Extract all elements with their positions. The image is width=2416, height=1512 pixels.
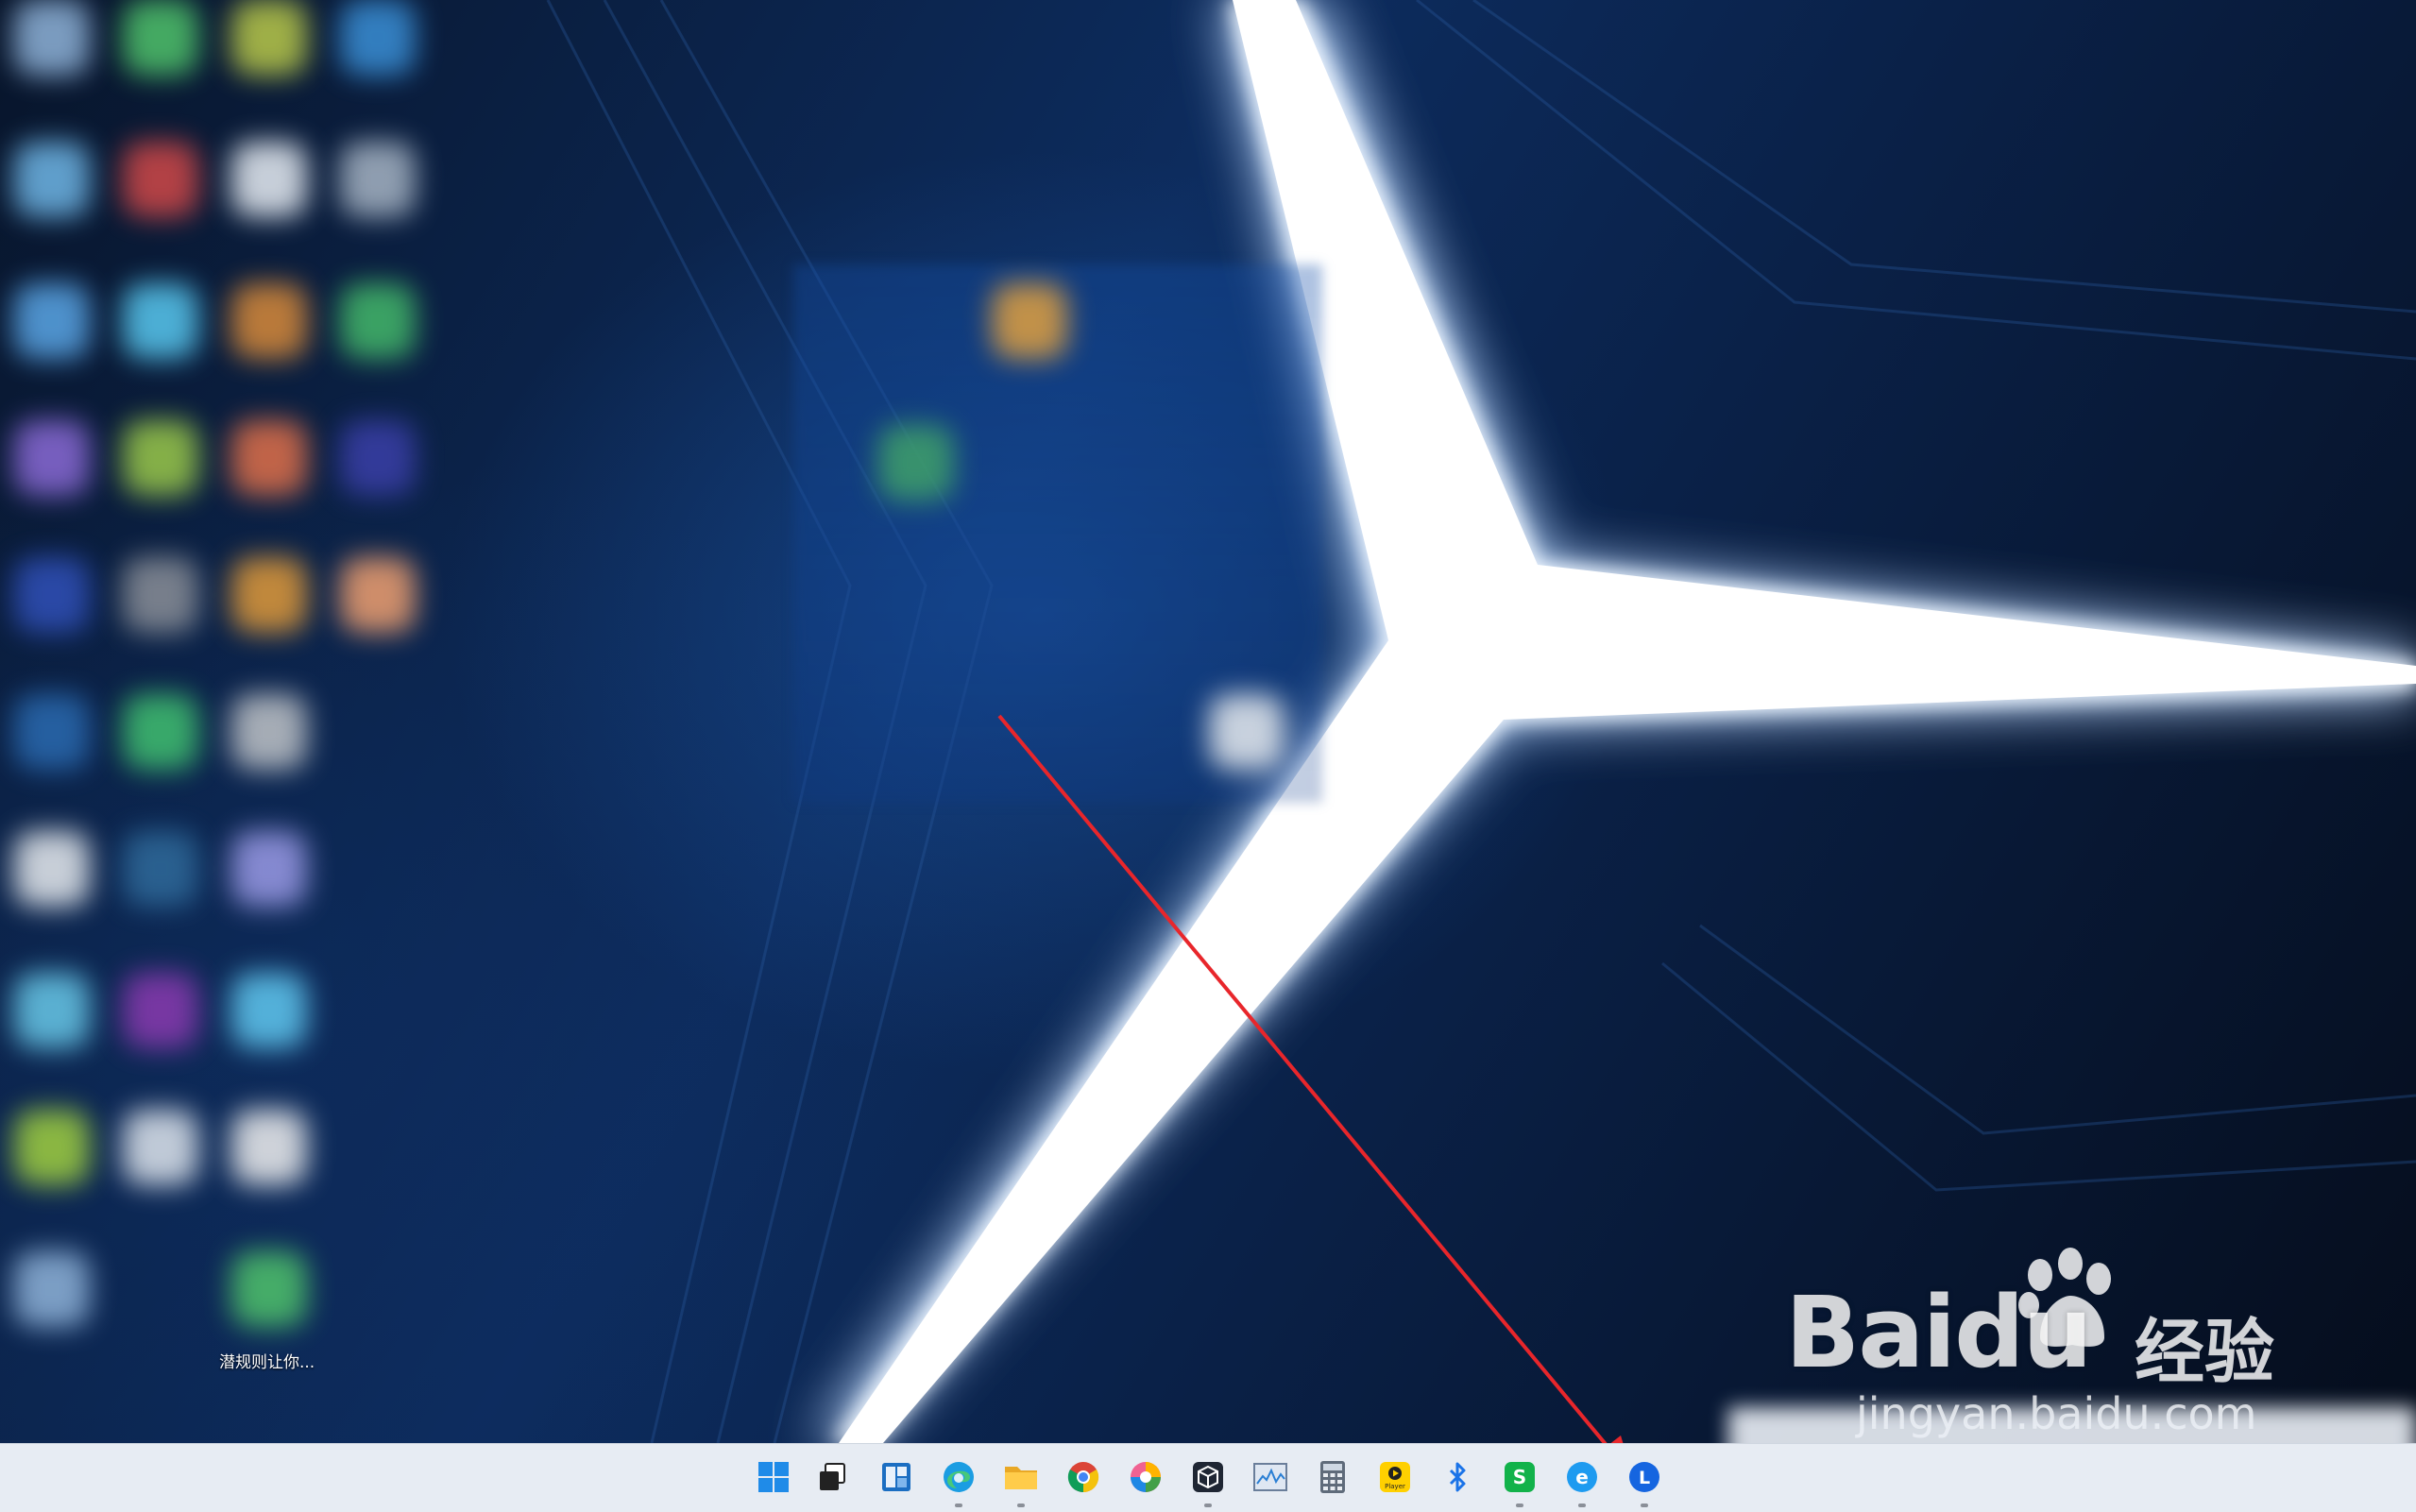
desktop-icon[interactable]: [231, 694, 307, 770]
desktop-icon[interactable]: [231, 1110, 307, 1185]
bluetooth-icon: [1449, 1462, 1466, 1492]
desktop-icon[interactable]: [231, 557, 307, 633]
desktop-icon[interactable]: [231, 420, 307, 496]
chart-window-icon: [1253, 1463, 1287, 1491]
desktop-icon[interactable]: [340, 420, 416, 496]
start-button[interactable]: [756, 1459, 791, 1495]
monitor-app-button[interactable]: [1252, 1459, 1288, 1495]
desktop-icon-label[interactable]: 潜规则让你...: [219, 1349, 315, 1372]
desktop-icon[interactable]: [123, 1110, 198, 1185]
desktop-icon[interactable]: [14, 142, 90, 217]
cube-icon: [1193, 1462, 1223, 1492]
chrome-icon: [1067, 1462, 1099, 1493]
desktop-icon[interactable]: [123, 694, 198, 770]
e-browser-button[interactable]: e: [1564, 1459, 1600, 1507]
l-app-button[interactable]: L: [1626, 1459, 1662, 1507]
l-app-letter: L: [1639, 1468, 1650, 1488]
desktop-icon[interactable]: [992, 283, 1067, 359]
running-indicator: [1204, 1504, 1212, 1507]
e-browser-letter: e: [1575, 1466, 1589, 1488]
desktop-icon[interactable]: [14, 831, 90, 907]
cube-app-button[interactable]: [1190, 1459, 1226, 1507]
desktop-icon[interactable]: [14, 0, 90, 76]
desktop-icon[interactable]: [123, 973, 198, 1048]
s-app-icon: S: [1505, 1462, 1535, 1492]
windows-logo-icon: [758, 1462, 789, 1492]
player-icon-label: Player: [1385, 1483, 1405, 1490]
running-indicator: [1017, 1504, 1025, 1507]
desktop-icon[interactable]: [14, 1110, 90, 1185]
desktop-icon[interactable]: [231, 0, 307, 76]
calculator-icon: [1320, 1461, 1345, 1493]
widgets-icon: [882, 1463, 910, 1491]
taskbar: Player S e L: [0, 1443, 2416, 1512]
s-app-letter: S: [1513, 1466, 1526, 1488]
watermark-brand-cn: 经验: [2135, 1312, 2274, 1393]
desktop-icon[interactable]: [340, 0, 416, 76]
folder-icon: [1005, 1467, 1037, 1489]
color-wheel-icon: [1131, 1462, 1161, 1492]
calculator-button[interactable]: [1315, 1459, 1351, 1495]
desktop-icon[interactable]: [340, 283, 416, 359]
desktop: 潜规则让你... Baidu 经验 jingyan.baidu.com: [0, 0, 2416, 1443]
e-browser-icon: e: [1567, 1462, 1597, 1492]
desktop-icon[interactable]: [14, 1251, 90, 1327]
running-indicator: [1578, 1504, 1586, 1507]
desktop-icon[interactable]: [340, 142, 416, 217]
task-view-button[interactable]: [814, 1459, 850, 1495]
bluetooth-button[interactable]: [1439, 1459, 1475, 1495]
edge-button[interactable]: [941, 1459, 977, 1507]
s-app-button[interactable]: S: [1502, 1459, 1538, 1507]
widgets-button[interactable]: [878, 1459, 914, 1495]
l-app-icon: L: [1629, 1462, 1659, 1492]
edge-icon: [944, 1462, 974, 1492]
desktop-icon[interactable]: [123, 142, 198, 217]
desktop-icon[interactable]: [340, 557, 416, 633]
desktop-icon[interactable]: [14, 420, 90, 496]
player-icon: Player: [1380, 1462, 1410, 1492]
desktop-icon[interactable]: [231, 973, 307, 1048]
desktop-icon[interactable]: [878, 425, 954, 501]
desktop-icon[interactable]: [123, 420, 198, 496]
desktop-icon[interactable]: [123, 283, 198, 359]
player-button[interactable]: Player: [1377, 1459, 1413, 1495]
desktop-icon[interactable]: [123, 831, 198, 907]
file-explorer-button[interactable]: [1003, 1459, 1039, 1507]
color-app-button[interactable]: [1128, 1459, 1164, 1495]
desktop-icon[interactable]: [14, 973, 90, 1048]
desktop-icon[interactable]: [231, 1251, 307, 1327]
desktop-icon[interactable]: [231, 283, 307, 359]
chrome-button[interactable]: [1065, 1459, 1101, 1495]
watermark-brand: Baidu: [1785, 1275, 2093, 1390]
desktop-icon[interactable]: [123, 0, 198, 76]
desktop-icon[interactable]: [231, 831, 307, 907]
desktop-icon[interactable]: [1209, 694, 1285, 770]
running-indicator: [1641, 1504, 1648, 1507]
desktop-icon[interactable]: [123, 557, 198, 633]
task-view-icon: [820, 1463, 845, 1490]
running-indicator: [955, 1504, 962, 1507]
running-indicator: [1516, 1504, 1523, 1507]
desktop-icon[interactable]: [231, 142, 307, 217]
desktop-icon[interactable]: [14, 557, 90, 633]
desktop-icon[interactable]: [14, 694, 90, 770]
desktop-icon[interactable]: [14, 283, 90, 359]
